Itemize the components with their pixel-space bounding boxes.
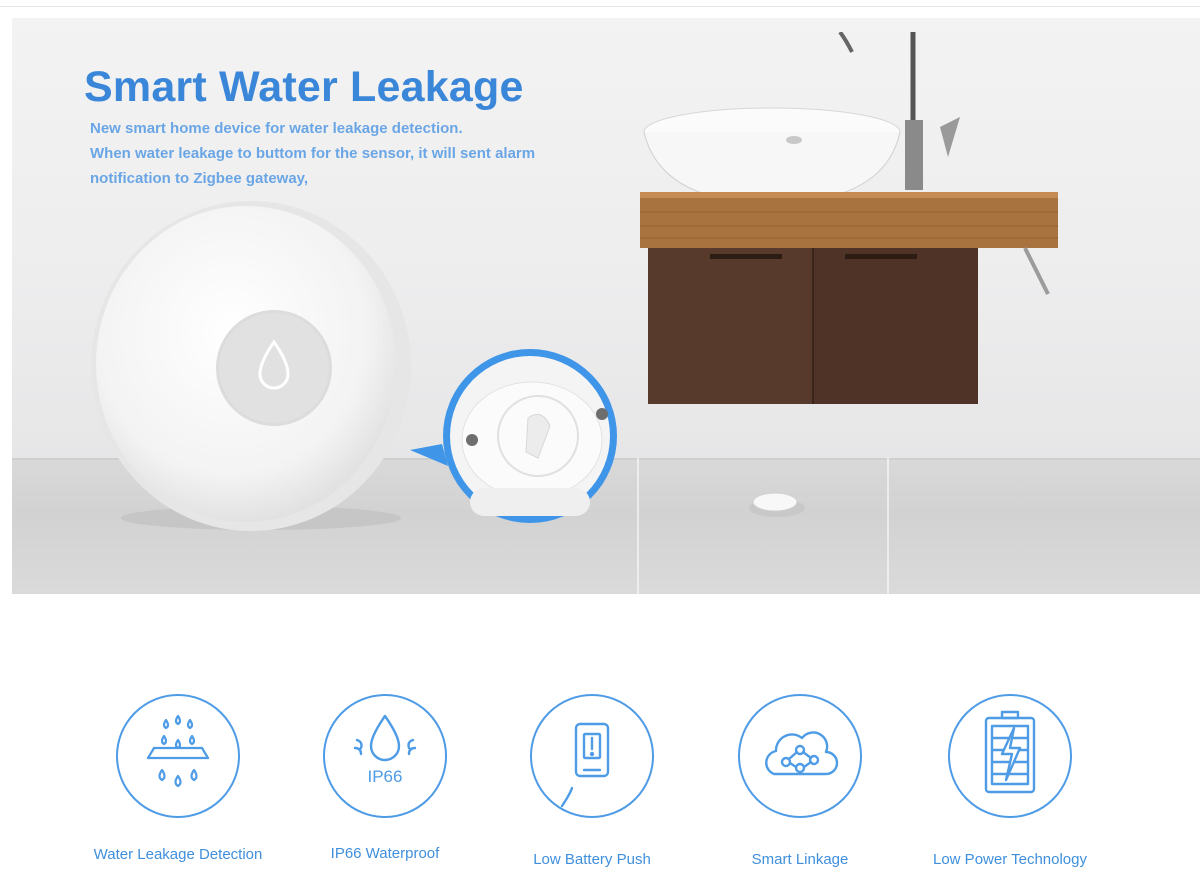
feature-smart-linkage: Smart Linkage — [680, 690, 920, 875]
description: New smart home device for water leakage … — [90, 116, 630, 191]
page-title: Smart Water Leakage — [84, 63, 524, 111]
feature-label: IP66 Waterproof — [330, 845, 440, 862]
feature-ip66-waterproof: IP66 IP66 Waterproof — [265, 690, 505, 875]
feature-water-leakage-detection: Water Leakage Detection — [58, 690, 298, 875]
feature-label: Low Battery Push — [533, 851, 651, 868]
battery-charge-icon — [984, 710, 1036, 794]
feature-label: Low Power Technology — [933, 851, 1087, 868]
floor-joint — [637, 458, 639, 594]
feature-icon-ring — [116, 694, 240, 818]
cloud-network-icon — [765, 731, 839, 776]
feature-icon-ring — [530, 694, 654, 818]
feature-list: Water Leakage Detection IP66 IP66 Waterp… — [0, 690, 1200, 875]
top-border — [0, 0, 1200, 7]
hero-banner: Smart Water Leakage New smart home devic… — [12, 18, 1200, 594]
water-drops-icon — [146, 714, 210, 788]
floor-joint — [887, 458, 889, 594]
description-line: When water leakage to buttom for the sen… — [90, 145, 536, 162]
description-line: New smart home device for water leakage … — [90, 120, 463, 137]
ip66-badge: IP66 — [368, 767, 403, 786]
description-line: notification to Zigbee gateway, — [90, 170, 309, 187]
feature-label: Smart Linkage — [751, 851, 849, 868]
feature-label: Water Leakage Detection — [93, 846, 263, 863]
bathroom-vanity-image — [640, 32, 1058, 404]
water-sensor-image — [91, 201, 411, 531]
floor-sensor-image — [749, 492, 805, 517]
feature-low-battery-push: Low Battery Push — [472, 690, 712, 875]
feature-icon-ring — [738, 694, 862, 818]
low-battery-phone-icon — [560, 722, 610, 808]
feature-low-power-technology: Low Power Technology — [890, 690, 1130, 875]
feature-icon-ring: IP66 — [323, 694, 447, 818]
sensor-bottom-zoom-image — [410, 349, 617, 523]
waterproof-drop-icon: IP66 — [353, 714, 417, 786]
feature-icon-ring — [948, 694, 1072, 818]
